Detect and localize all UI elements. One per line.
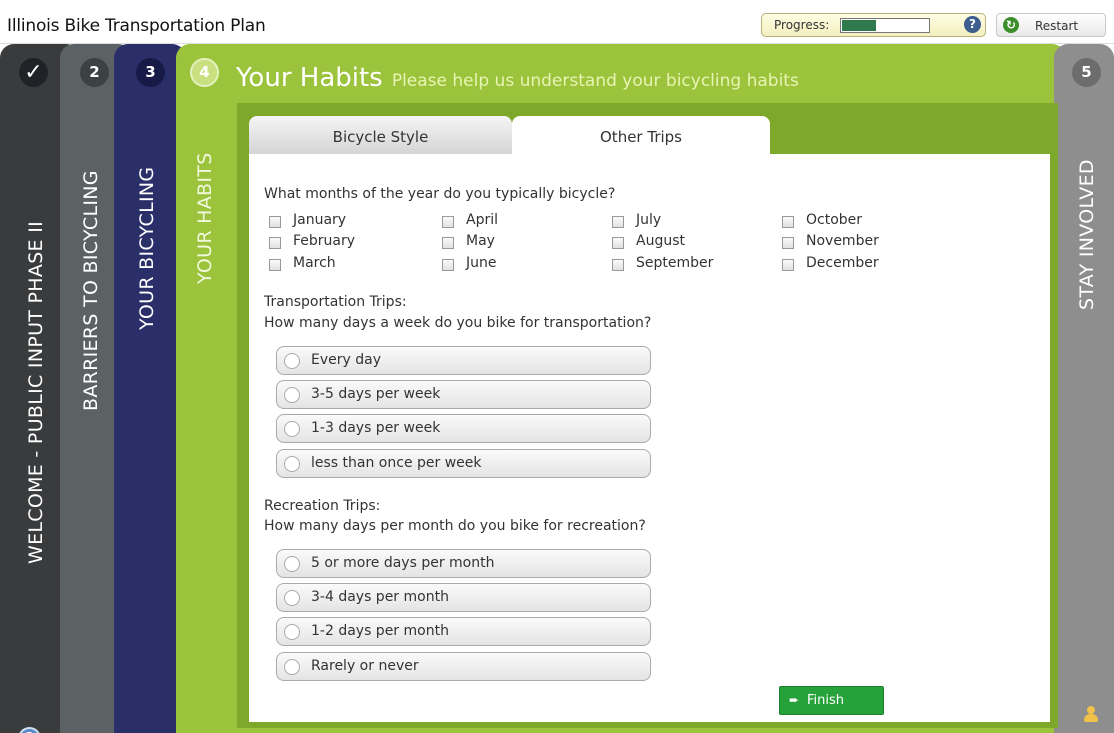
progress-bar-track bbox=[840, 18, 930, 33]
radio-button[interactable] bbox=[284, 387, 300, 403]
refresh-icon: ↻ bbox=[1003, 17, 1019, 33]
checkbox[interactable] bbox=[442, 216, 454, 228]
transport-heading: Transportation Trips: bbox=[264, 294, 407, 310]
radio-button[interactable] bbox=[284, 456, 300, 472]
progress-label: Progress: bbox=[774, 18, 830, 32]
finish-button[interactable]: ➨ Finish bbox=[779, 686, 884, 715]
step-3-number: 3 bbox=[136, 58, 165, 87]
tab-bicycle-style[interactable]: Bicycle Style bbox=[249, 116, 512, 156]
user-icon[interactable] bbox=[1084, 706, 1098, 722]
radio-button[interactable] bbox=[284, 353, 300, 369]
checkbox[interactable] bbox=[782, 259, 794, 271]
transport-question: How many days a week do you bike for tra… bbox=[264, 315, 652, 331]
step-4-number: 4 bbox=[190, 58, 219, 87]
transport-option-3-5-days[interactable]: 3-5 days per week bbox=[276, 380, 651, 409]
help-circle-icon[interactable]: ? bbox=[18, 727, 41, 733]
progress-indicator: Progress: bbox=[761, 13, 986, 37]
step-4-label: YOUR HABITS bbox=[194, 152, 216, 284]
checkbox[interactable] bbox=[782, 216, 794, 228]
page-title: Your Habits Please help us understand yo… bbox=[236, 63, 799, 93]
recreation-option-rarely[interactable]: Rarely or never bbox=[276, 652, 651, 681]
checkbox[interactable] bbox=[442, 237, 454, 249]
step-1-label: WELCOME - PUBLIC INPUT PHASE II bbox=[25, 220, 47, 564]
restart-button[interactable]: ↻ Restart bbox=[996, 13, 1106, 37]
months-question: What months of the year do you typically… bbox=[264, 186, 616, 202]
radio-button[interactable] bbox=[284, 556, 300, 572]
step-5-number: 5 bbox=[1072, 58, 1101, 87]
checkbox[interactable] bbox=[269, 216, 281, 228]
radio-button[interactable] bbox=[284, 624, 300, 640]
recreation-option-3-4-days[interactable]: 3-4 days per month bbox=[276, 583, 651, 612]
checkbox[interactable] bbox=[269, 237, 281, 249]
radio-button[interactable] bbox=[284, 590, 300, 606]
finish-label: Finish bbox=[807, 693, 845, 708]
page-subtitle: Please help us understand your bicycling… bbox=[391, 71, 799, 91]
step-3-label: YOUR BICYCLING bbox=[136, 166, 158, 330]
checkbox[interactable] bbox=[612, 216, 624, 228]
recreation-heading: Recreation Trips: bbox=[264, 498, 381, 514]
transport-option-every-day[interactable]: Every day bbox=[276, 346, 651, 375]
step-5-label: STAY INVOLVED bbox=[1076, 159, 1098, 310]
step-2-label: BARRIERS TO BICYCLING bbox=[80, 170, 102, 411]
radio-button[interactable] bbox=[284, 659, 300, 675]
recreation-question: How many days per month do you bike for … bbox=[264, 518, 646, 534]
tab-other-trips[interactable]: Other Trips bbox=[512, 116, 770, 158]
transport-option-less-than-once[interactable]: less than once per week bbox=[276, 449, 651, 478]
arrow-right-icon: ➨ bbox=[789, 693, 800, 707]
app-title: Illinois Bike Transportation Plan bbox=[7, 16, 266, 36]
progress-bar-fill bbox=[842, 20, 876, 31]
radio-button[interactable] bbox=[284, 421, 300, 437]
step-1-check-icon: ✓ bbox=[19, 58, 48, 87]
recreation-option-1-2-days[interactable]: 1-2 days per month bbox=[276, 617, 651, 646]
step-2-number: 2 bbox=[80, 58, 109, 87]
checkbox[interactable] bbox=[269, 259, 281, 271]
help-icon[interactable]: ? bbox=[964, 16, 981, 33]
restart-label: Restart bbox=[1035, 19, 1079, 33]
checkbox[interactable] bbox=[442, 259, 454, 271]
transport-option-1-3-days[interactable]: 1-3 days per week bbox=[276, 414, 651, 443]
checkbox[interactable] bbox=[612, 259, 624, 271]
header-bar: Illinois Bike Transportation Plan Progre… bbox=[0, 0, 1114, 44]
step-stay-involved[interactable]: 5 STAY INVOLVED bbox=[1054, 44, 1114, 733]
page-title-text: Your Habits bbox=[236, 63, 383, 93]
recreation-option-5-or-more[interactable]: 5 or more days per month bbox=[276, 549, 651, 578]
checkbox[interactable] bbox=[782, 237, 794, 249]
checkbox[interactable] bbox=[612, 237, 624, 249]
